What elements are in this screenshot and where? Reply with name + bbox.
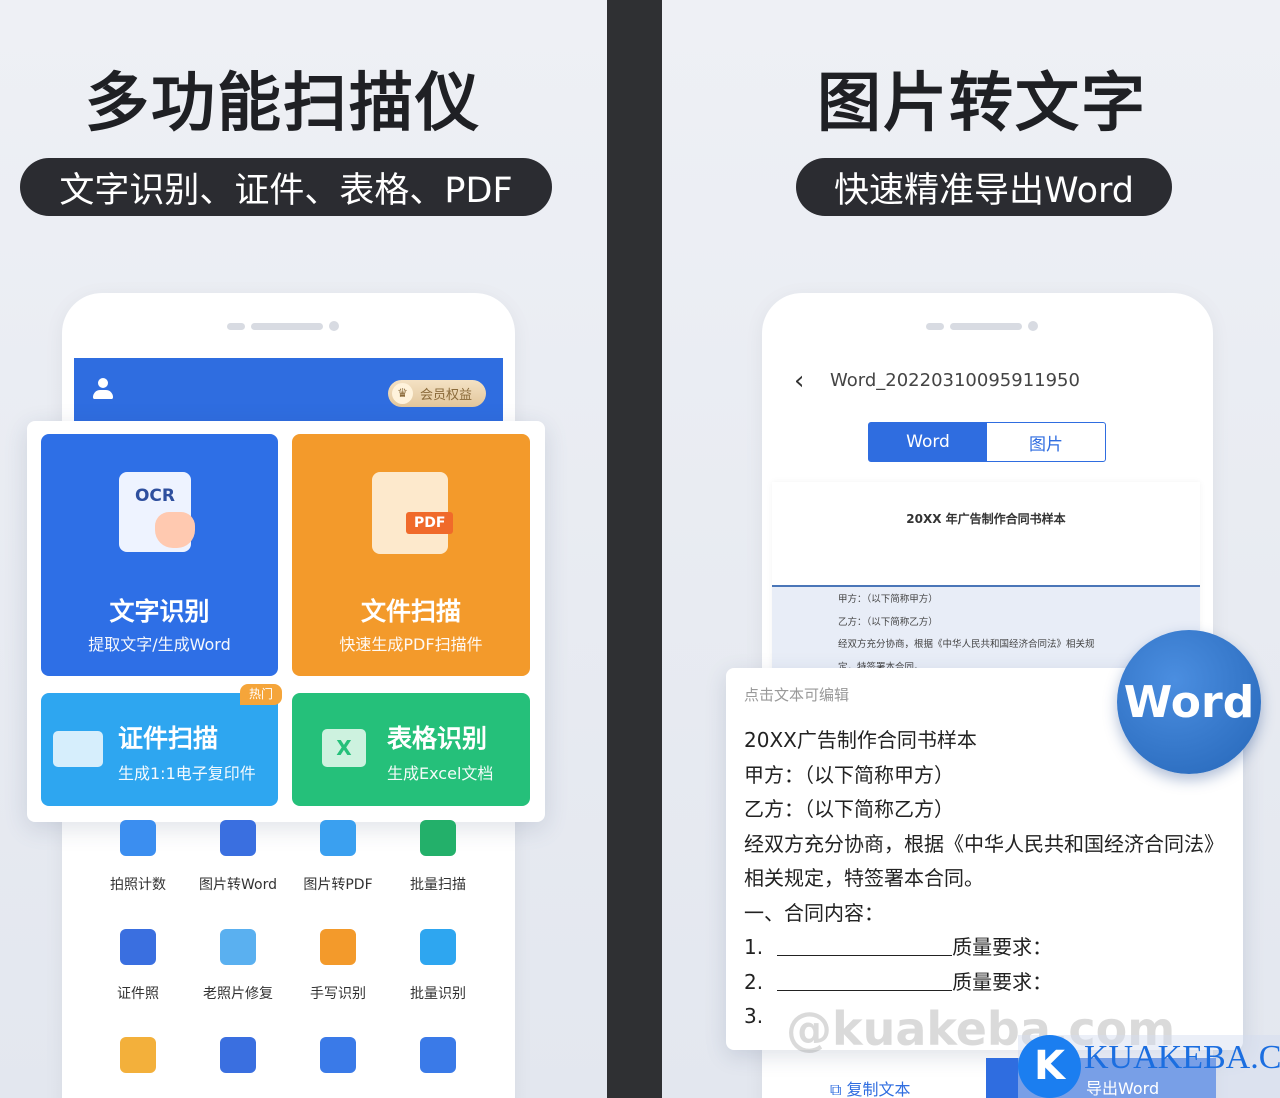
tool-item[interactable]: 图片转PDF — [288, 820, 388, 894]
id-photo-icon — [120, 929, 156, 965]
tile-id-scan[interactable]: 证件扫描 生成1:1电子复印件 — [41, 693, 278, 806]
tile-title: 文字识别 — [109, 597, 210, 626]
text-line[interactable]: 一、合同内容： — [744, 896, 1243, 931]
handwriting-icon — [320, 929, 356, 965]
tool-label: 批量扫描 — [410, 877, 466, 893]
batch-recognize-icon — [420, 929, 456, 965]
left-subtitle-pill: 文字识别、证件、表格、PDF — [20, 158, 552, 216]
left-title: 多功能扫描仪 — [85, 67, 481, 141]
tab-image[interactable]: 图片 — [987, 423, 1105, 461]
tile-title: 证件扫描 — [118, 724, 219, 753]
tool-item[interactable]: 证件照 — [88, 929, 188, 1003]
tool-label: 老照片修复 — [203, 986, 273, 1002]
copy-icon: ⧉ — [830, 1080, 847, 1098]
tool-label: 拍照计数 — [110, 877, 166, 893]
phone-speaker — [227, 321, 339, 331]
tile-document-scan[interactable]: PDF 文件扫描 快速生成PDF扫描件 — [292, 434, 530, 676]
member-badge-label: 会员权益 — [420, 388, 473, 403]
right-title: 图片转文字 — [817, 67, 1147, 141]
camera-count-icon — [120, 820, 156, 856]
tile-desc: 快速生成PDF扫描件 — [339, 635, 483, 654]
tile-title: 文件扫描 — [360, 597, 461, 626]
more-grid-icon — [420, 1037, 456, 1073]
tool-label: 图片转Word — [199, 877, 277, 893]
text-line[interactable]: 乙方：（以下简称乙方） — [744, 792, 1243, 827]
number-doc-icon — [220, 1037, 256, 1073]
translate-icon — [120, 1037, 156, 1073]
right-subtitle-pill: 快速精准导出Word — [796, 158, 1172, 216]
view-toggle: Word 图片 — [868, 422, 1106, 462]
right-panel: 图片转文字 快速精准导出Word ‹ Word_2022031009591195… — [662, 0, 1280, 1098]
batch-scan-icon — [420, 820, 456, 856]
file-name: Word_20220310095911950 — [830, 370, 1080, 391]
tile-desc: 提取文字/生成Word — [88, 635, 231, 654]
copy-text-button[interactable]: ⧉ 复制文本 — [830, 1076, 911, 1098]
tile-text-recognition[interactable]: OCR 文字识别 提取文字/生成Word — [41, 434, 278, 676]
text-line[interactable]: 经双方充分协商，根据《中华人民共和国经济合同法》 — [744, 827, 1243, 862]
tool-item[interactable]: 老照片修复 — [188, 929, 288, 1003]
text-line[interactable]: 相关规定，特签署本合同。 — [744, 861, 1243, 896]
tool-item[interactable]: 批量识别 — [388, 929, 488, 1003]
tool-item[interactable]: 批量扫描 — [388, 820, 488, 894]
tool-item[interactable] — [188, 1037, 288, 1091]
word-icon — [220, 820, 256, 856]
hot-tag: 热门 — [240, 684, 282, 705]
tool-item[interactable] — [288, 1037, 388, 1091]
left-panel: 多功能扫描仪 文字识别、证件、表格、PDF ♛ 会员权益 OCR 文字识别 提取… — [0, 0, 607, 1098]
tile-table-recognition[interactable]: X 表格识别 生成Excel文档 — [292, 693, 530, 806]
tool-item[interactable]: 拍照计数 — [88, 820, 188, 894]
tool-label: 图片转PDF — [303, 877, 373, 893]
tool-item[interactable] — [88, 1037, 188, 1091]
ocr-hand-icon: OCR — [119, 472, 195, 552]
tile-desc: 生成1:1电子复印件 — [118, 764, 256, 783]
pdf-scan-icon: PDF — [372, 472, 454, 554]
tool-item[interactable]: 手写识别 — [288, 929, 388, 1003]
document-preview: 20XX 年广告制作合同书样本 甲方：（以下简称甲方） 乙方：（以下简称乙方） 经双… — [772, 482, 1200, 675]
tool-item[interactable]: 图片转Word — [188, 820, 288, 894]
member-benefits-button[interactable]: ♛ 会员权益 — [388, 380, 486, 407]
crown-icon: ♛ — [392, 383, 413, 404]
app-header: ♛ 会员权益 — [74, 358, 503, 422]
text-line[interactable]: 1. 质量要求： — [744, 930, 1243, 965]
phone-speaker — [926, 321, 1038, 331]
id-card-icon — [53, 731, 103, 767]
export-word-button-label[interactable]: 导出Word — [1086, 1080, 1159, 1098]
tool-label: 批量识别 — [410, 986, 466, 1002]
word-badge: Word — [1117, 630, 1261, 774]
user-avatar-icon[interactable] — [92, 378, 114, 402]
tool-label: 证件照 — [117, 986, 159, 1002]
tile-desc: 生成Excel文档 — [387, 764, 494, 783]
tab-word[interactable]: Word — [869, 423, 987, 461]
doc-title: 20XX 年广告制作合同书样本 — [906, 512, 1066, 526]
logo-k-icon: K — [1018, 1035, 1081, 1098]
image-pdf-icon — [320, 820, 356, 856]
tile-title: 表格识别 — [387, 724, 488, 753]
divider — [607, 0, 662, 1098]
toolbox-icon — [320, 1037, 356, 1073]
tool-label: 手写识别 — [310, 986, 366, 1002]
text-line[interactable]: 2. 质量要求： — [744, 965, 1243, 1000]
photo-repair-icon — [220, 929, 256, 965]
tool-item[interactable] — [388, 1037, 488, 1091]
excel-icon: X — [322, 729, 366, 767]
back-arrow-icon[interactable]: ‹ — [794, 366, 804, 396]
logo-text: KUAKEBA.CN — [1084, 1039, 1280, 1076]
